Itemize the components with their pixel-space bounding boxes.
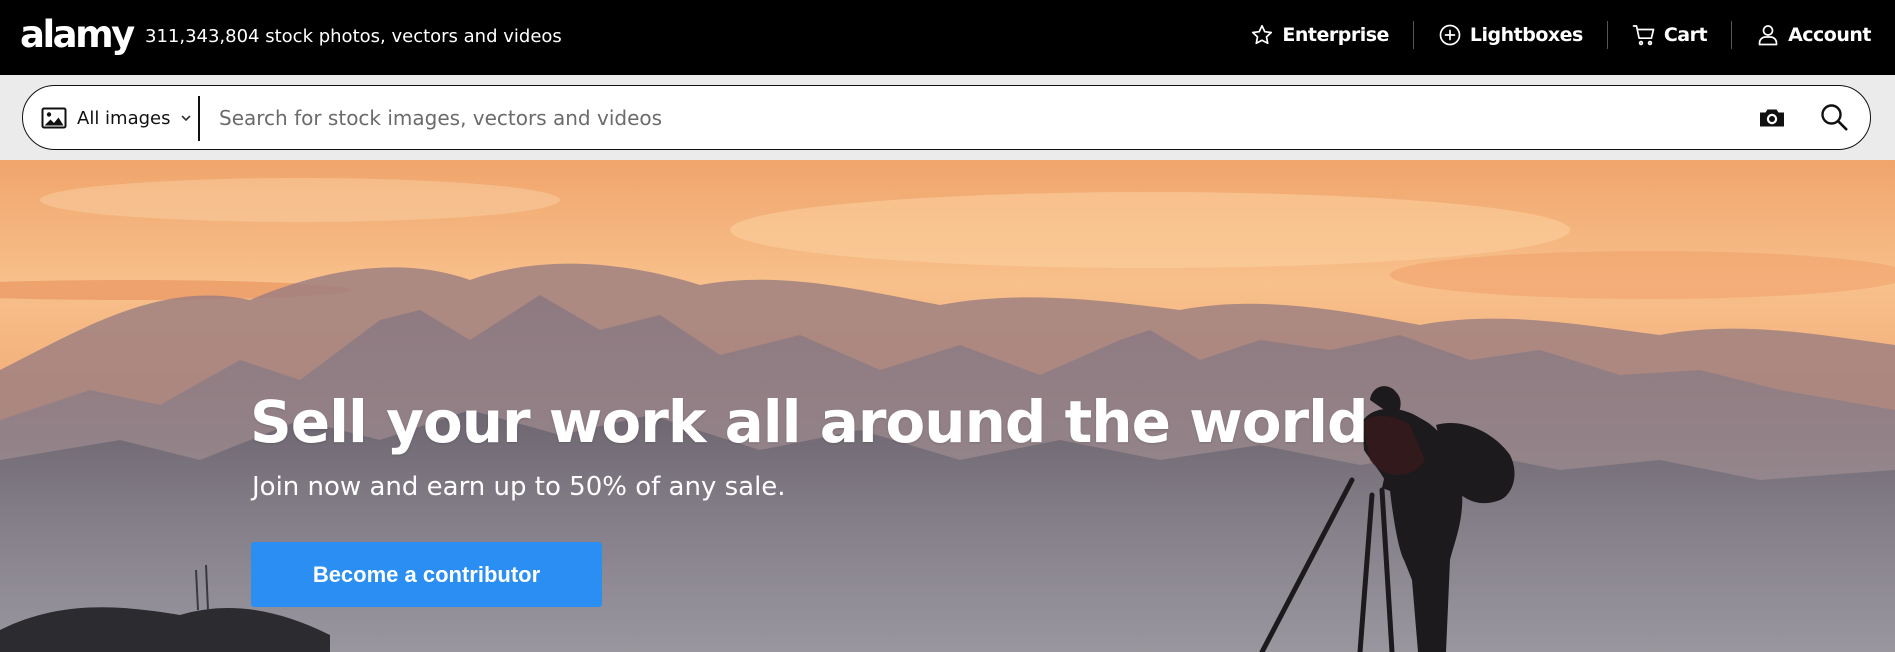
nav-lightboxes-label: Lightboxes bbox=[1469, 24, 1583, 46]
nav-enterprise[interactable]: Enterprise bbox=[1226, 21, 1413, 49]
nav-lightboxes[interactable]: Lightboxes bbox=[1412, 21, 1607, 49]
user-icon bbox=[1758, 25, 1778, 46]
search-divider bbox=[198, 96, 200, 141]
nav-account[interactable]: Account bbox=[1731, 21, 1871, 49]
star-icon bbox=[1252, 24, 1273, 45]
cart-icon bbox=[1632, 25, 1655, 46]
top-bar: alamy 311,343,804 stock photos, vectors … bbox=[0, 0, 1895, 75]
stock-count-tagline: 311,343,804 stock photos, vectors and vi… bbox=[145, 26, 562, 47]
plus-circle-icon bbox=[1439, 24, 1461, 46]
chevron-down-icon bbox=[182, 115, 191, 122]
nav-enterprise-label: Enterprise bbox=[1282, 24, 1389, 46]
hero-banner: Sell your work all around the world Join… bbox=[0, 160, 1895, 652]
search-box: All images bbox=[22, 85, 1871, 150]
search-band: All images bbox=[0, 75, 1895, 160]
become-contributor-button[interactable]: Become a contributor bbox=[251, 542, 602, 607]
reverse-image-search-button[interactable] bbox=[1756, 102, 1788, 134]
search-input[interactable] bbox=[219, 100, 1719, 136]
nav-cart-label: Cart bbox=[1663, 24, 1708, 46]
hero-subtitle: Join now and earn up to 50% of any sale. bbox=[252, 472, 786, 502]
top-nav: Enterprise Lightboxes Cart Account bbox=[1226, 17, 1871, 53]
nav-cart[interactable]: Cart bbox=[1606, 21, 1731, 49]
search-scope-dropdown[interactable]: All images bbox=[41, 98, 208, 138]
search-scope-label: All images bbox=[77, 107, 171, 129]
alamy-logo[interactable]: alamy bbox=[20, 10, 135, 60]
search-icon bbox=[1821, 104, 1848, 131]
hero-title: Sell your work all around the world bbox=[250, 388, 1369, 456]
nav-account-label: Account bbox=[1788, 24, 1871, 46]
image-icon bbox=[41, 107, 67, 129]
search-button[interactable] bbox=[1818, 101, 1850, 133]
camera-search-icon bbox=[1760, 109, 1784, 127]
